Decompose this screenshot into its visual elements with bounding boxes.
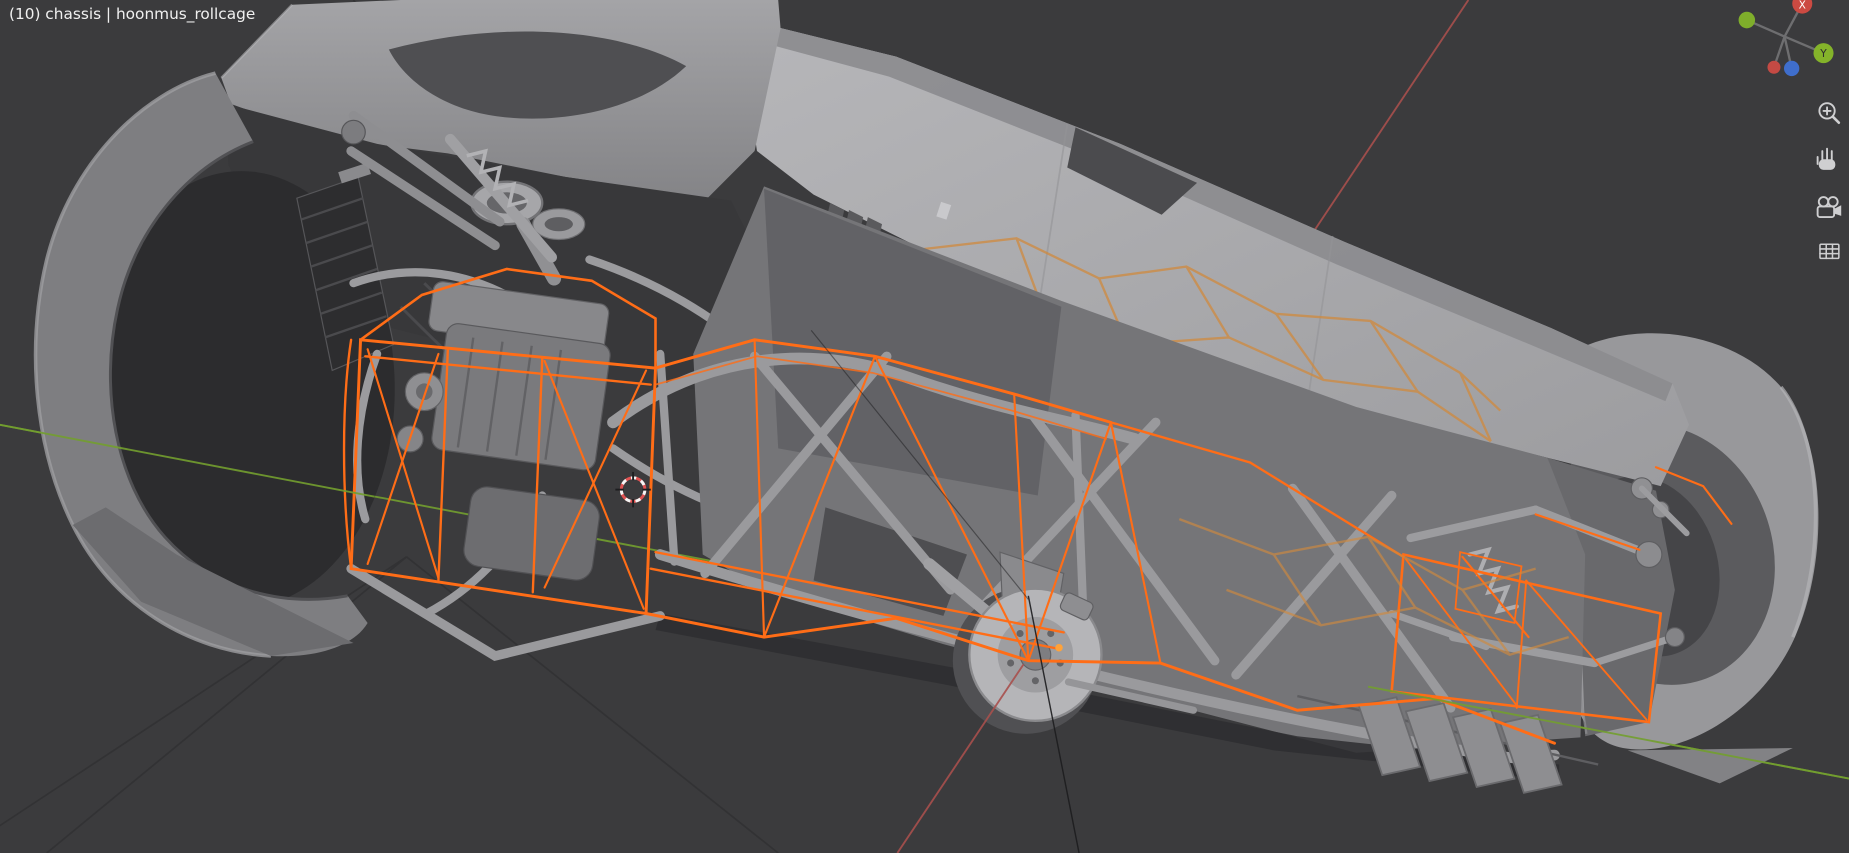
gizmo-x-label: X bbox=[1799, 0, 1806, 11]
gizmo-y-label: Y bbox=[1819, 47, 1827, 60]
viewport-nav-controls bbox=[1816, 102, 1842, 260]
axis-x-line-upper bbox=[1305, 0, 1470, 243]
car-model[interactable] bbox=[33, 0, 1819, 794]
3d-cursor bbox=[615, 471, 651, 508]
axis-gizmo[interactable]: X Y bbox=[1738, 0, 1834, 77]
grid-view-icon bbox=[1819, 243, 1840, 260]
camera-button[interactable] bbox=[1816, 196, 1842, 219]
object-origin-dot bbox=[1055, 643, 1063, 652]
blender-3d-viewport[interactable]: (10) chassis | hoonmus_rollcage X Y bbox=[0, 0, 1849, 853]
gizmo-neg-y-ball[interactable] bbox=[1738, 11, 1756, 29]
viewport-canvas[interactable]: (10) chassis | hoonmus_rollcage X Y bbox=[0, 0, 1849, 853]
zoom-button[interactable] bbox=[1818, 102, 1841, 124]
pan-hand-icon bbox=[1816, 147, 1836, 170]
pan-button[interactable] bbox=[1816, 147, 1836, 170]
viewport-header-text: (10) chassis | hoonmus_rollcage bbox=[9, 5, 255, 24]
grid-button[interactable] bbox=[1819, 243, 1840, 260]
gizmo-neg-x-ball[interactable] bbox=[1767, 60, 1781, 74]
camera-view-icon bbox=[1816, 196, 1842, 219]
gizmo-z-ball[interactable] bbox=[1783, 60, 1800, 77]
